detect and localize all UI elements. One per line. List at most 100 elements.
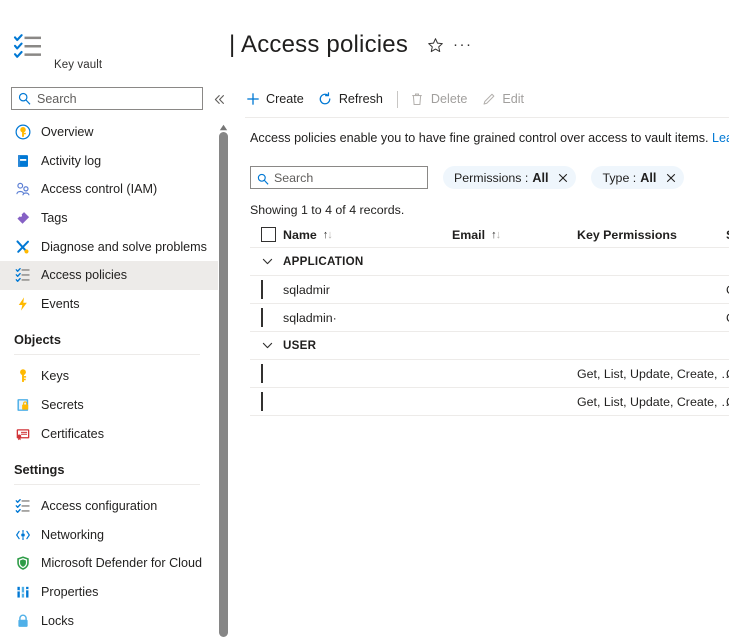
table-row[interactable]: sqladmir G bbox=[250, 276, 729, 304]
plus-icon bbox=[245, 92, 260, 107]
sidebar-item-label: Keys bbox=[41, 369, 69, 384]
refresh-button[interactable]: Refresh bbox=[318, 86, 383, 112]
group-name: USER bbox=[283, 339, 317, 352]
sidebar-item-overview[interactable]: Overview bbox=[0, 118, 219, 147]
sidebar-item-activity-log[interactable]: Activity log bbox=[0, 147, 219, 176]
sidebar-item-tags[interactable]: Tags bbox=[0, 204, 219, 233]
page-title: | Access policies bbox=[229, 31, 408, 59]
column-header-label: Key Permissions bbox=[577, 227, 677, 242]
table-search-placeholder: Search bbox=[274, 170, 314, 185]
star-icon[interactable] bbox=[425, 35, 445, 55]
row-checkbox[interactable] bbox=[261, 307, 263, 327]
cell-name: sqladmin· bbox=[283, 310, 337, 325]
row-checkbox[interactable] bbox=[261, 279, 263, 299]
sidebar-item-label: Networking bbox=[41, 527, 104, 542]
close-icon[interactable] bbox=[556, 171, 569, 184]
tags-icon bbox=[14, 210, 31, 227]
sidebar-item-defender-for-cloud[interactable]: Microsoft Defender for Cloud bbox=[0, 549, 219, 578]
delete-label: Delete bbox=[430, 92, 468, 106]
table-row[interactable]: Get, List, Update, Create, … G bbox=[250, 360, 729, 388]
table-header-row: Name ↑↓ Email ↑↓ Key Permissions S bbox=[250, 222, 729, 248]
sidebar-item-label: Overview bbox=[41, 125, 94, 140]
cell-key-permissions: Get, List, Update, Create, … bbox=[577, 366, 729, 381]
info-text: Access policies enable you to have fine … bbox=[250, 131, 729, 145]
sidebar-item-access-control[interactable]: Access control (IAM) bbox=[0, 175, 219, 204]
sidebar-item-diagnose[interactable]: Diagnose and solve problems bbox=[0, 232, 219, 261]
main-content: | Access policies ··· Create Refresh Del… bbox=[229, 0, 729, 639]
resource-type-label: Key vault bbox=[54, 59, 103, 71]
command-bar: Create Refresh Delete Edit bbox=[245, 86, 538, 112]
divider bbox=[245, 117, 729, 118]
sidebar-item-locks[interactable]: Locks bbox=[0, 606, 219, 635]
sidebar-item-label: Tags bbox=[41, 211, 68, 226]
secret-lock-icon bbox=[14, 397, 31, 414]
sidebar-search-input[interactable]: Search bbox=[11, 87, 203, 110]
info-text-body: Access policies enable you to have fine … bbox=[250, 131, 713, 145]
sidebar-item-keys[interactable]: Keys bbox=[0, 362, 219, 391]
delete-button: Delete bbox=[410, 86, 467, 112]
search-icon bbox=[18, 92, 31, 105]
sidebar-item-label: Locks bbox=[41, 613, 74, 628]
row-checkbox[interactable] bbox=[261, 363, 263, 383]
sidebar-item-label: Secrets bbox=[41, 398, 84, 413]
sort-arrows-icon[interactable]: ↑↓ bbox=[491, 229, 501, 241]
create-button[interactable]: Create bbox=[245, 86, 304, 112]
search-icon bbox=[257, 172, 269, 185]
sidebar-group-objects: Objects bbox=[0, 318, 219, 356]
overview-key-icon bbox=[14, 124, 31, 141]
azure-portal-access-policies-page: Key vault Search Overview Activity log A… bbox=[0, 0, 729, 639]
sidebar-group-title: Settings bbox=[14, 461, 65, 477]
properties-bars-icon bbox=[14, 584, 31, 601]
page-title-text: Access policies bbox=[240, 31, 409, 58]
select-all-checkbox[interactable] bbox=[261, 227, 276, 242]
table-row[interactable]: sqladmin· G bbox=[250, 304, 729, 332]
events-lightning-icon bbox=[14, 295, 31, 312]
sort-arrows-icon[interactable]: ↑↓ bbox=[323, 229, 333, 241]
edit-button: Edit bbox=[481, 86, 524, 112]
chevron-down-icon[interactable] bbox=[261, 339, 274, 352]
sidebar-item-label: Properties bbox=[41, 585, 99, 600]
chevron-down-icon[interactable] bbox=[261, 255, 274, 268]
divider bbox=[14, 483, 200, 485]
sidebar-item-label: Access configuration bbox=[41, 499, 158, 514]
group-header-user[interactable]: USER bbox=[250, 332, 729, 360]
sidebar-item-secrets[interactable]: Secrets bbox=[0, 391, 219, 420]
sidebar-item-label: Certificates bbox=[41, 426, 104, 441]
row-checkbox[interactable] bbox=[261, 391, 263, 411]
close-icon[interactable] bbox=[664, 171, 677, 184]
sidebar-item-properties[interactable]: Properties bbox=[0, 578, 219, 607]
lock-icon bbox=[14, 612, 31, 629]
vertical-scroll-thumb[interactable] bbox=[219, 132, 228, 637]
group-header-application[interactable]: APPLICATION bbox=[250, 248, 729, 276]
sidebar-item-access-policies[interactable]: Access policies bbox=[0, 260, 219, 290]
sidebar-item-certificates[interactable]: Certificates bbox=[0, 419, 219, 448]
sidebar-group-settings: Settings bbox=[0, 448, 219, 485]
table-row[interactable]: Get, List, Update, Create, … G bbox=[250, 388, 729, 416]
chevron-double-left-icon[interactable] bbox=[211, 91, 228, 108]
filter-pill-key: Permissions : bbox=[454, 170, 529, 185]
divider bbox=[14, 354, 200, 356]
page-title-row: | Access policies ··· bbox=[229, 28, 473, 62]
sidebar-item-events[interactable]: Events bbox=[0, 290, 219, 319]
sidebar-scrollbar[interactable] bbox=[218, 112, 229, 639]
column-header-key-permissions[interactable]: Key Permissions bbox=[577, 228, 677, 242]
sidebar-item-networking[interactable]: Networking bbox=[0, 521, 219, 550]
filter-pill-permissions[interactable]: Permissions : All bbox=[443, 166, 577, 189]
sidebar-item-access-configuration[interactable]: Access configuration bbox=[0, 492, 219, 521]
table-search-input[interactable]: Search bbox=[250, 166, 428, 189]
learn-more-link[interactable]: Learn more bbox=[712, 131, 729, 145]
key-vault-checklist-icon bbox=[13, 34, 43, 60]
access-configuration-checklist-icon bbox=[14, 498, 31, 515]
filter-pill-value: All bbox=[640, 170, 657, 185]
sidebar-item-label: Activity log bbox=[41, 153, 102, 168]
resource-header: Key vault bbox=[10, 30, 210, 78]
filter-row: Search Permissions : All Type : All bbox=[250, 166, 685, 189]
filter-pill-type[interactable]: Type : All bbox=[591, 166, 685, 189]
ellipsis-icon[interactable]: ··· bbox=[453, 35, 473, 55]
cell-key-permissions: Get, List, Update, Create, … bbox=[577, 394, 729, 409]
divider bbox=[396, 90, 398, 108]
column-header-email[interactable]: Email ↑↓ bbox=[452, 228, 501, 242]
column-header-name[interactable]: Name ↑↓ bbox=[283, 227, 333, 242]
column-header-label: Name bbox=[283, 227, 317, 242]
scroll-up-arrow-icon[interactable] bbox=[219, 118, 228, 131]
